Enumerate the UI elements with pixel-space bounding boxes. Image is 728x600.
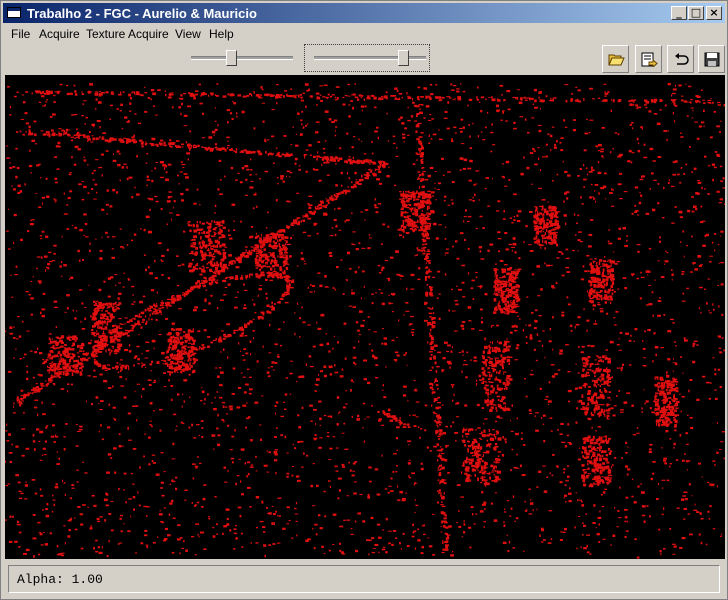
maximize-button[interactable]: □ <box>688 6 704 20</box>
undo-icon <box>675 53 689 65</box>
alpha-slider[interactable] <box>314 50 426 66</box>
menu-view[interactable]: View <box>175 27 201 41</box>
menu-bar: File Acquire Texture Acquire View Help <box>3 24 725 43</box>
menu-file[interactable]: File <box>11 27 30 41</box>
status-bar: Alpha: 1.00 <box>8 565 720 593</box>
minimize-button[interactable]: _ <box>671 6 687 20</box>
menu-help[interactable]: Help <box>209 27 234 41</box>
toolbar <box>3 43 725 75</box>
save-icon <box>704 52 720 67</box>
open-button[interactable] <box>602 45 629 73</box>
slider-track <box>314 56 426 60</box>
title-bar[interactable]: Trabalho 2 - FGC - Aurelio & Mauricio _ … <box>3 3 725 23</box>
threshold-slider[interactable] <box>191 50 293 66</box>
menu-texture-acquire[interactable]: Texture Acquire <box>86 27 169 41</box>
close-button[interactable]: × <box>706 6 722 20</box>
save-button[interactable] <box>698 45 725 73</box>
slider-track <box>191 56 293 60</box>
slider-thumb[interactable] <box>398 50 409 66</box>
slider-thumb[interactable] <box>226 50 237 66</box>
open-folder-icon <box>608 54 625 66</box>
app-window-icon[interactable] <box>7 7 21 18</box>
status-text: Alpha: 1.00 <box>17 572 103 587</box>
window-title: Trabalho 2 - FGC - Aurelio & Mauricio <box>27 6 257 21</box>
image-viewport[interactable] <box>5 75 725 559</box>
export-icon <box>641 52 658 67</box>
undo-button[interactable] <box>667 45 694 73</box>
export-button[interactable] <box>635 45 662 73</box>
menu-acquire[interactable]: Acquire <box>39 27 80 41</box>
edge-detected-image <box>5 83 725 559</box>
app-window: Trabalho 2 - FGC - Aurelio & Mauricio _ … <box>0 0 728 600</box>
